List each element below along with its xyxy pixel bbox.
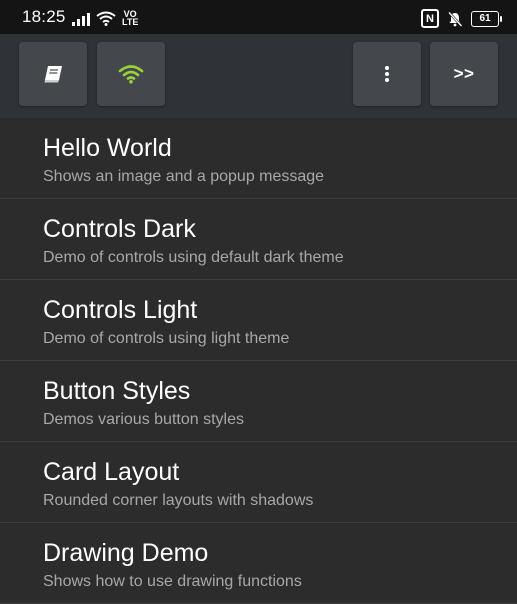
wifi-button[interactable] — [97, 42, 165, 106]
list-item[interactable]: Drawing Demo Shows how to use drawing fu… — [0, 523, 517, 604]
list-item-title: Card Layout — [43, 458, 180, 486]
list-item-subtitle: Shows how to use drawing functions — [43, 573, 302, 590]
list-item[interactable]: Controls Dark Demo of controls using def… — [0, 199, 517, 280]
forward-button-label: >> — [453, 64, 475, 83]
status-time: 18:25 — [22, 7, 66, 26]
book-button[interactable] — [19, 42, 87, 106]
bell-muted-icon — [448, 11, 463, 27]
list-item[interactable]: Controls Light Demo of controls using li… — [0, 280, 517, 361]
list-item-title: Controls Dark — [43, 215, 196, 243]
wifi-icon — [118, 65, 144, 84]
nfc-icon: N — [421, 9, 439, 28]
status-bar: 18:25 VO LTE N 61 — [0, 0, 517, 34]
wifi-status-icon — [96, 11, 116, 26]
list-item-title: Hello World — [43, 134, 172, 162]
list-item-subtitle: Demo of controls using light theme — [43, 330, 290, 347]
more-options-button[interactable] — [353, 42, 421, 106]
list-item-title: Button Styles — [43, 377, 191, 405]
list-item[interactable]: Hello World Shows an image and a popup m… — [0, 118, 517, 199]
forward-button[interactable]: >> — [430, 42, 498, 106]
list-item[interactable]: Button Styles Demos various button style… — [0, 361, 517, 442]
battery-icon: 61 — [471, 10, 502, 27]
list-item-subtitle: Demo of controls using default dark them… — [43, 249, 344, 266]
book-icon — [44, 66, 62, 83]
volte-icon: VO LTE — [122, 9, 139, 27]
list-item-subtitle: Shows an image and a popup message — [43, 168, 325, 185]
list-item-subtitle: Demos various button styles — [43, 411, 244, 428]
list-item-title: Drawing Demo — [43, 539, 209, 567]
more-vertical-icon — [385, 66, 389, 82]
signal-strength-icon — [72, 12, 90, 26]
list-item-subtitle: Rounded corner layouts with shadows — [43, 492, 314, 509]
demo-list: Hello World Shows an image and a popup m… — [0, 118, 517, 604]
list-item[interactable]: Card Layout Rounded corner layouts with … — [0, 442, 517, 523]
toolbar: >> — [0, 34, 517, 118]
list-item-title: Controls Light — [43, 296, 198, 324]
